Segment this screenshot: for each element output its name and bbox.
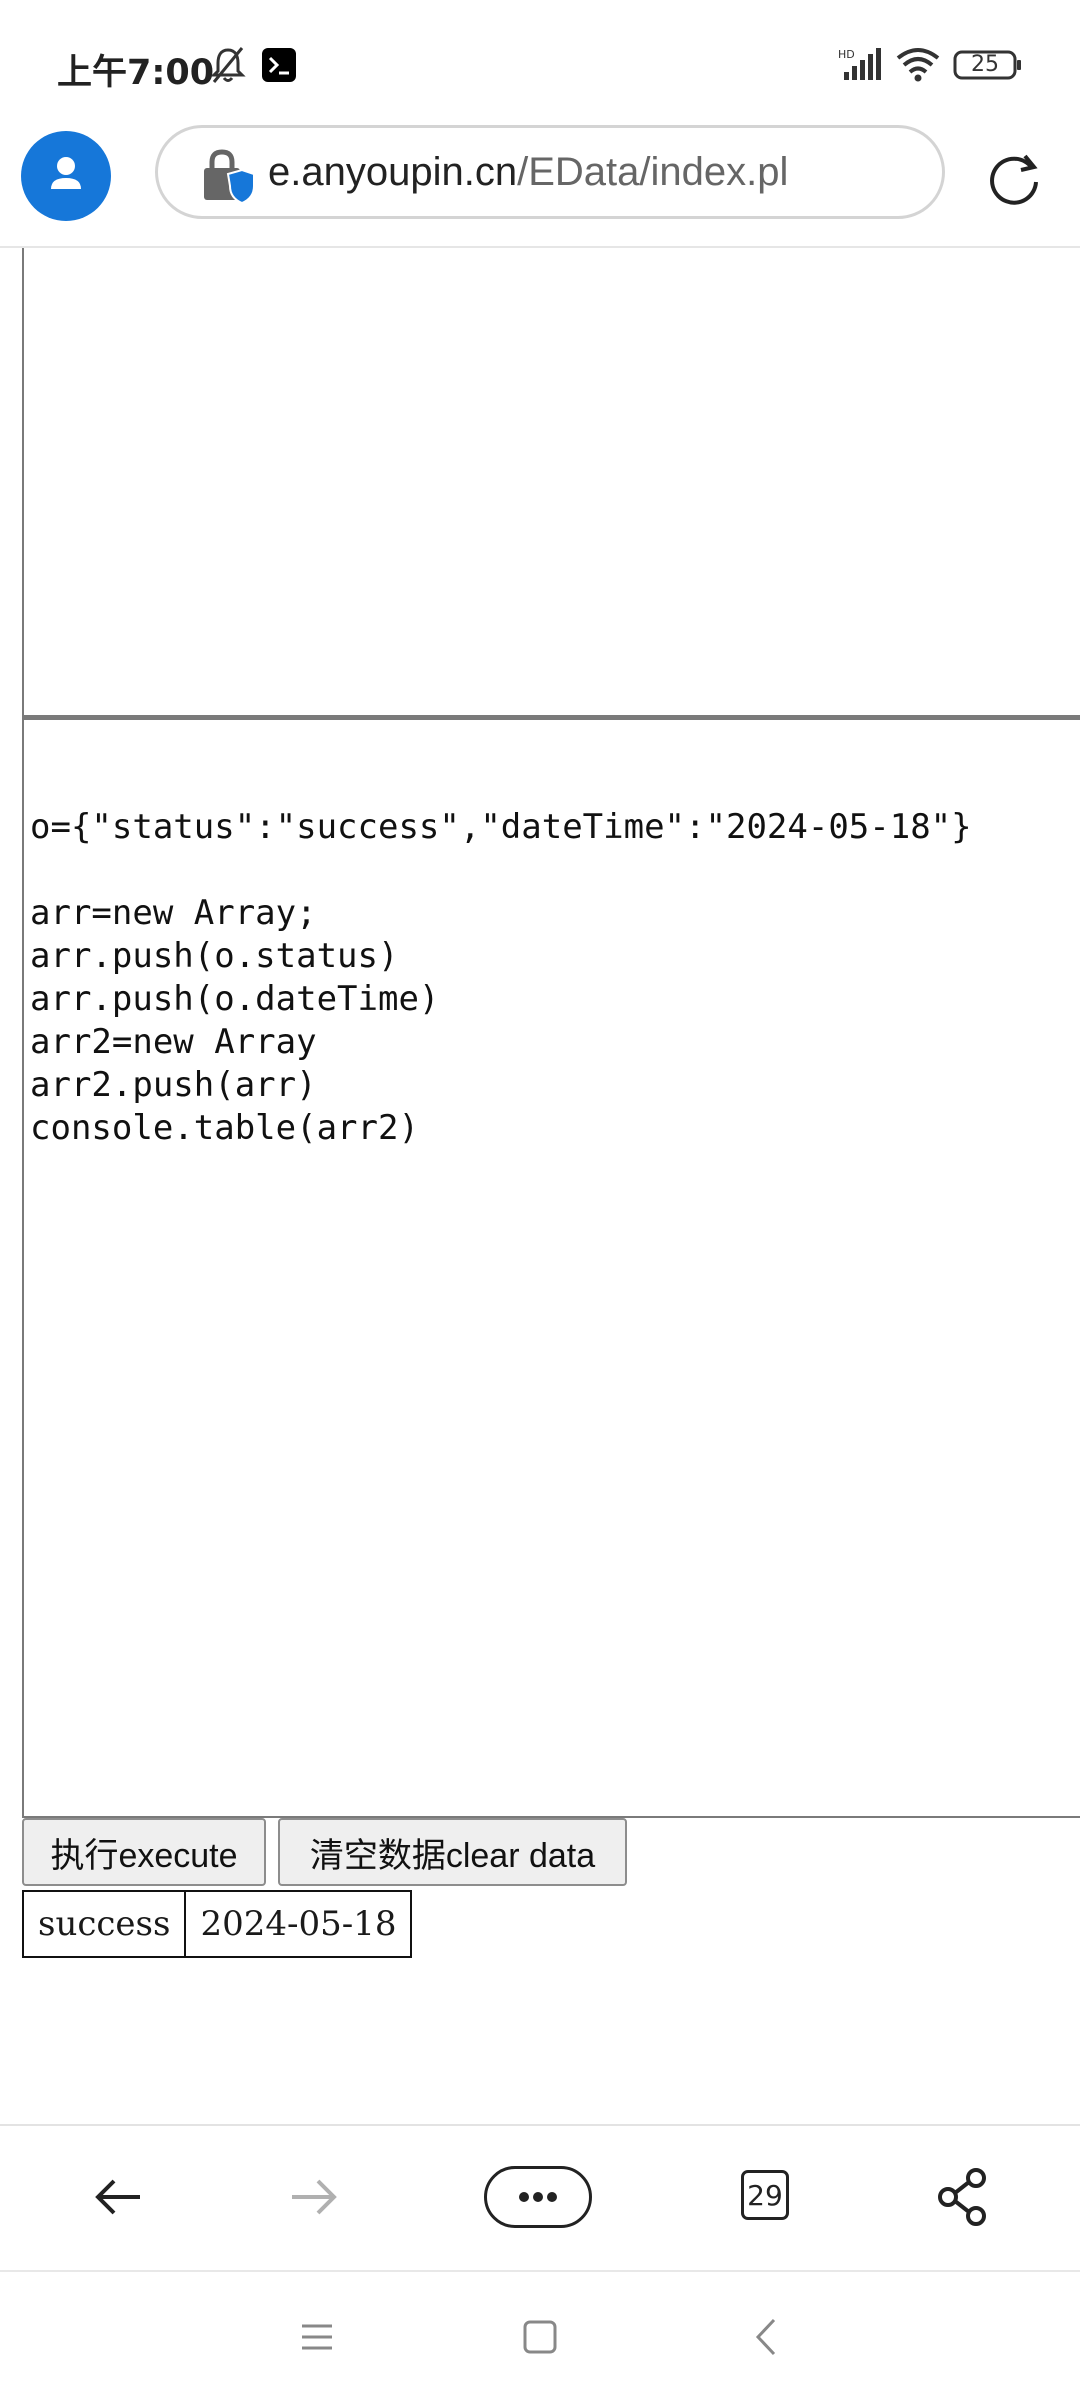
tabs-icon[interactable]: 29 xyxy=(741,2170,789,2220)
signal-icon: HD xyxy=(838,48,881,80)
code-line: arr.push(o.status) xyxy=(30,936,399,976)
code-line: arr2=new Array xyxy=(30,1022,317,1062)
execute-button[interactable]: 执行execute xyxy=(22,1818,266,1886)
terminal-icon xyxy=(262,48,296,82)
wifi-icon xyxy=(896,48,940,82)
output-table: success 2024-05-18 xyxy=(21,1890,413,1958)
back-arrow-icon[interactable] xyxy=(84,2162,154,2232)
url-domain: e.anyoupin.cn xyxy=(268,150,518,194)
browser-toolbar: e.anyoupin.cn/EData/index.pl xyxy=(0,120,1080,248)
lock-shield-icon xyxy=(204,149,254,204)
forward-arrow-icon[interactable] xyxy=(278,2162,348,2232)
share-icon[interactable] xyxy=(928,2162,998,2232)
browser-screen: 上午7:00 HD 25 e.anyoupin.cn/EData/index.p… xyxy=(0,0,1080,2400)
browser-bottom-bar: 29 xyxy=(0,2126,1080,2270)
svg-text:HD: HD xyxy=(838,48,855,61)
recents-icon[interactable] xyxy=(292,2312,342,2362)
url-path: /EData/index.pl xyxy=(517,150,789,194)
table-cell-status: success xyxy=(21,1890,187,1958)
system-nav-bar xyxy=(0,2272,1080,2400)
url-text: e.anyoupin.cn/EData/index.pl xyxy=(268,150,828,195)
avatar-icon[interactable] xyxy=(21,131,111,221)
code-line: o={"status":"success","dateTime":"2024-0… xyxy=(30,807,972,847)
more-menu-icon[interactable] xyxy=(484,2166,592,2228)
reload-icon[interactable] xyxy=(985,150,1043,208)
system-back-icon[interactable] xyxy=(742,2312,792,2362)
result-frame xyxy=(22,248,1080,718)
code-line: arr=new Array; xyxy=(30,893,317,933)
clear-data-button[interactable]: 清空数据clear data xyxy=(278,1818,627,1886)
table-cell-datetime: 2024-05-18 xyxy=(184,1890,413,1958)
table-row: success 2024-05-18 xyxy=(21,1890,413,1958)
code-line: arr.push(o.dateTime) xyxy=(30,979,440,1019)
status-bar: 上午7:00 HD 25 xyxy=(0,0,1080,120)
status-time: 上午7:00 xyxy=(57,53,215,93)
url-bar[interactable]: e.anyoupin.cn/EData/index.pl xyxy=(155,125,945,219)
home-icon[interactable] xyxy=(515,2312,565,2362)
code-line: console.table(arr2) xyxy=(30,1108,419,1148)
code-editor-textarea[interactable]: o={"status":"success","dateTime":"2024-0… xyxy=(22,718,1080,1818)
code-line: arr2.push(arr) xyxy=(30,1065,317,1105)
battery-level: 25 xyxy=(971,52,999,77)
bell-off-icon xyxy=(210,47,246,83)
